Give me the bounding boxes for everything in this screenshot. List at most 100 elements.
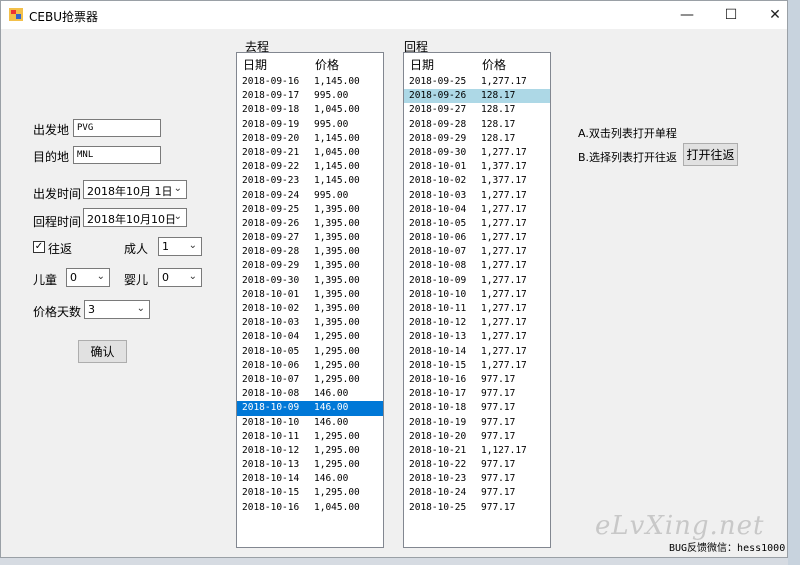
list-item[interactable]: 2018-09-22 1,145.00	[237, 160, 383, 174]
list-item-date: 2018-10-14	[242, 473, 300, 485]
list-item[interactable]: 2018-10-09 1,277.17	[404, 274, 550, 288]
list-item[interactable]: 2018-10-14 146.00	[237, 472, 383, 486]
outbound-list[interactable]: 日期 价格 2018-09-16 1,145.00 2018-09-17 995.00…	[236, 52, 384, 548]
child-select[interactable]: 0 ⌄	[66, 268, 110, 287]
list-item[interactable]: 2018-10-23 977.17	[404, 472, 550, 486]
list-item[interactable]: 2018-10-05 1,295.00	[237, 345, 383, 359]
list-item-date: 2018-10-16	[409, 373, 467, 385]
list-item[interactable]: 2018-10-12 1,277.17	[404, 316, 550, 330]
column-header-price[interactable]: 价格	[309, 56, 339, 73]
list-item[interactable]: 2018-10-04 1,277.17	[404, 203, 550, 217]
list-item-price: 1,395.00	[314, 203, 360, 215]
list-item[interactable]: 2018-10-03 1,395.00	[237, 316, 383, 330]
list-item[interactable]: 2018-09-29 1,395.00	[237, 259, 383, 273]
list-item[interactable]: 2018-09-25 1,277.17	[404, 75, 550, 89]
list-item[interactable]: 2018-10-21 1,127.17	[404, 444, 550, 458]
list-item[interactable]: 2018-10-25 977.17	[404, 501, 550, 515]
list-item[interactable]: 2018-10-24 977.17	[404, 486, 550, 500]
list-item-price: 1,277.17	[481, 232, 527, 244]
price-days-select[interactable]: 3 ⌄	[84, 300, 150, 319]
list-item[interactable]: 2018-10-14 1,277.17	[404, 345, 550, 359]
list-item[interactable]: 2018-10-13 1,295.00	[237, 458, 383, 472]
list-item[interactable]: 2018-09-30 1,277.17	[404, 146, 550, 160]
list-item[interactable]: 2018-10-05 1,277.17	[404, 217, 550, 231]
list-item[interactable]: 2018-09-20 1,145.00	[237, 132, 383, 146]
list-item[interactable]: 2018-10-10 146.00	[237, 416, 383, 430]
list-item[interactable]: 2018-10-03 1,277.17	[404, 189, 550, 203]
list-item[interactable]: 2018-10-07 1,295.00	[237, 373, 383, 387]
list-item[interactable]: 2018-10-10 1,277.17	[404, 288, 550, 302]
list-item[interactable]: 2018-09-17 995.00	[237, 89, 383, 103]
list-item[interactable]: 2018-09-26 128.17	[404, 89, 550, 104]
list-item-price: 977.17	[481, 430, 516, 442]
adult-select[interactable]: 1 ⌄	[158, 237, 202, 256]
list-item-date: 2018-10-09	[409, 274, 467, 286]
column-header-price[interactable]: 价格	[476, 56, 506, 73]
return-trip-list-header: 日期 价格	[404, 53, 550, 75]
list-item-date: 2018-10-17	[409, 388, 467, 400]
list-item[interactable]: 2018-10-11 1,277.17	[404, 302, 550, 316]
list-item[interactable]: 2018-09-16 1,145.00	[237, 75, 383, 89]
list-item[interactable]: 2018-09-25 1,395.00	[237, 203, 383, 217]
maximize-button[interactable]: ☐	[709, 1, 753, 29]
from-input[interactable]: PVG	[73, 119, 161, 137]
list-item[interactable]: 2018-10-11 1,295.00	[237, 430, 383, 444]
price-days-value: 3	[88, 303, 95, 316]
list-item[interactable]: 2018-10-08 1,277.17	[404, 259, 550, 273]
infant-select[interactable]: 0 ⌄	[158, 268, 202, 287]
close-button[interactable]: ✕	[753, 1, 797, 29]
list-item-date: 2018-10-10	[242, 416, 300, 428]
column-header-date[interactable]: 日期	[237, 56, 309, 73]
list-item[interactable]: 2018-09-18 1,045.00	[237, 103, 383, 117]
list-item-date: 2018-10-25	[409, 501, 467, 513]
list-item[interactable]: 2018-10-15 1,277.17	[404, 359, 550, 373]
list-item[interactable]: 2018-10-20 977.17	[404, 430, 550, 444]
list-item[interactable]: 2018-10-04 1,295.00	[237, 330, 383, 344]
list-item[interactable]: 2018-10-01 1,395.00	[237, 288, 383, 302]
list-item[interactable]: 2018-09-30 1,395.00	[237, 274, 383, 288]
return-date-picker[interactable]: 2018年10月10日 ⌄	[83, 208, 187, 227]
list-item[interactable]: 2018-10-19 977.17	[404, 416, 550, 430]
column-header-date[interactable]: 日期	[404, 56, 476, 73]
list-item-price: 1,395.00	[314, 303, 360, 314]
list-item[interactable]: 2018-10-08 146.00	[237, 387, 383, 401]
list-item[interactable]: 2018-10-06 1,295.00	[237, 359, 383, 373]
list-item[interactable]: 2018-10-12 1,295.00	[237, 444, 383, 458]
list-item[interactable]: 2018-09-29 128.17	[404, 132, 550, 146]
list-item-price: 977.17	[481, 487, 516, 499]
list-item[interactable]: 2018-09-27 128.17	[404, 103, 550, 117]
list-item-price: 995.00	[314, 189, 349, 201]
list-item[interactable]: 2018-10-22 977.17	[404, 458, 550, 472]
open-roundtrip-button[interactable]: 打开往返	[683, 143, 738, 166]
list-item[interactable]: 2018-10-16 977.17	[404, 373, 550, 387]
list-item[interactable]: 2018-10-17 977.17	[404, 387, 550, 401]
list-item[interactable]: 2018-09-23 1,145.00	[237, 174, 383, 188]
title-bar[interactable]: CEBU抢票器 — ☐ ✕	[1, 1, 787, 29]
list-item-date: 2018-10-06	[409, 232, 467, 244]
list-item[interactable]: 2018-10-18 977.17	[404, 401, 550, 415]
roundtrip-checkbox[interactable]: ✓	[33, 241, 45, 253]
close-icon: ✕	[769, 7, 781, 23]
minimize-button[interactable]: —	[665, 1, 709, 29]
list-item[interactable]: 2018-10-09 146.00	[237, 401, 383, 416]
list-item[interactable]: 2018-09-26 1,395.00	[237, 217, 383, 231]
list-item[interactable]: 2018-09-27 1,395.00	[237, 231, 383, 245]
list-item[interactable]: 2018-09-21 1,045.00	[237, 146, 383, 160]
list-item[interactable]: 2018-09-19 995.00	[237, 118, 383, 132]
list-item[interactable]: 2018-10-07 1,277.17	[404, 245, 550, 259]
list-item[interactable]: 2018-10-16 1,045.00	[237, 501, 383, 515]
list-item[interactable]: 2018-09-28 128.17	[404, 118, 550, 132]
list-item[interactable]: 2018-09-28 1,395.00	[237, 245, 383, 259]
list-item[interactable]: 2018-10-06 1,277.17	[404, 231, 550, 245]
return-trip-list[interactable]: 日期 价格 2018-09-25 1,277.17 2018-09-26 128.17…	[403, 52, 551, 548]
list-item[interactable]: 2018-10-01 1,377.17	[404, 160, 550, 174]
list-item[interactable]: 2018-10-02 1,395.00	[237, 302, 383, 316]
list-item[interactable]: 2018-10-13 1,277.17	[404, 330, 550, 344]
list-item[interactable]: 2018-10-02 1,377.17	[404, 174, 550, 188]
confirm-button[interactable]: 确认	[78, 340, 127, 363]
depart-date-picker[interactable]: 2018年10月 1日 ⌄	[83, 180, 187, 199]
list-item[interactable]: 2018-09-24 995.00	[237, 189, 383, 203]
list-item[interactable]: 2018-10-15 1,295.00	[237, 486, 383, 500]
price-days-label: 价格天数	[33, 305, 82, 319]
to-input[interactable]: MNL	[73, 146, 161, 164]
